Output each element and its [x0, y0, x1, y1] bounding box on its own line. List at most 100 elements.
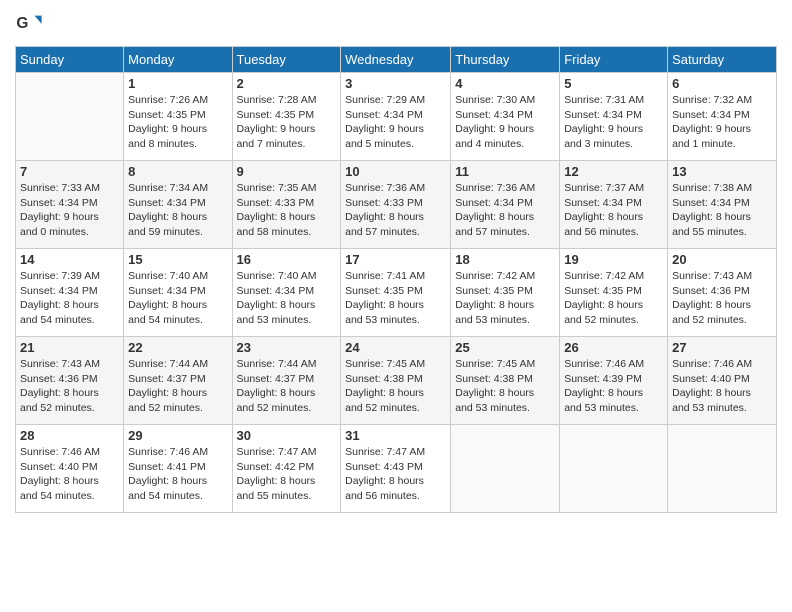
day-number: 1 [128, 76, 227, 91]
day-info: Sunrise: 7:46 AMSunset: 4:41 PMDaylight:… [128, 445, 227, 504]
day-info: Sunrise: 7:46 AMSunset: 4:39 PMDaylight:… [564, 357, 663, 416]
day-info: Sunrise: 7:29 AMSunset: 4:34 PMDaylight:… [345, 93, 446, 152]
day-cell: 13 Sunrise: 7:38 AMSunset: 4:34 PMDayligh… [668, 161, 777, 249]
day-number: 6 [672, 76, 772, 91]
day-cell: 24 Sunrise: 7:45 AMSunset: 4:38 PMDayligh… [341, 337, 451, 425]
day-info: Sunrise: 7:47 AMSunset: 4:43 PMDaylight:… [345, 445, 446, 504]
day-number: 2 [237, 76, 337, 91]
day-cell: 27 Sunrise: 7:46 AMSunset: 4:40 PMDayligh… [668, 337, 777, 425]
day-cell: 10 Sunrise: 7:36 AMSunset: 4:33 PMDayligh… [341, 161, 451, 249]
day-cell: 21 Sunrise: 7:43 AMSunset: 4:36 PMDayligh… [16, 337, 124, 425]
day-number: 27 [672, 340, 772, 355]
day-number: 24 [345, 340, 446, 355]
header-cell-monday: Monday [124, 47, 232, 73]
day-info: Sunrise: 7:45 AMSunset: 4:38 PMDaylight:… [455, 357, 555, 416]
calendar-body: 1Sunrise: 7:26 AMSunset: 4:35 PMDaylight… [16, 73, 777, 513]
day-cell: 1Sunrise: 7:26 AMSunset: 4:35 PMDaylight… [124, 73, 232, 161]
day-info: Sunrise: 7:35 AMSunset: 4:33 PMDaylight:… [237, 181, 337, 240]
day-cell: 29 Sunrise: 7:46 AMSunset: 4:41 PMDayligh… [124, 425, 232, 513]
day-cell: 2 Sunrise: 7:28 AMSunset: 4:35 PMDaylight… [232, 73, 341, 161]
day-cell: 12 Sunrise: 7:37 AMSunset: 4:34 PMDayligh… [560, 161, 668, 249]
day-cell: 14 Sunrise: 7:39 AMSunset: 4:34 PMDayligh… [16, 249, 124, 337]
day-cell: 5 Sunrise: 7:31 AMSunset: 4:34 PMDaylight… [560, 73, 668, 161]
day-number: 26 [564, 340, 663, 355]
header-cell-sunday: Sunday [16, 47, 124, 73]
day-number: 3 [345, 76, 446, 91]
day-number: 31 [345, 428, 446, 443]
day-info: Sunrise: 7:36 AMSunset: 4:33 PMDaylight:… [345, 181, 446, 240]
day-cell: 25Sunrise: 7:45 AMSunset: 4:38 PMDayligh… [451, 337, 560, 425]
day-info: Sunrise: 7:38 AMSunset: 4:34 PMDaylight:… [672, 181, 772, 240]
day-cell: 22Sunrise: 7:44 AMSunset: 4:37 PMDayligh… [124, 337, 232, 425]
week-row-5: 28 Sunrise: 7:46 AMSunset: 4:40 PMDayligh… [16, 425, 777, 513]
day-number: 15 [128, 252, 227, 267]
day-info: Sunrise: 7:28 AMSunset: 4:35 PMDaylight:… [237, 93, 337, 152]
header-row: SundayMondayTuesdayWednesdayThursdayFrid… [16, 47, 777, 73]
week-row-1: 1Sunrise: 7:26 AMSunset: 4:35 PMDaylight… [16, 73, 777, 161]
day-cell [668, 425, 777, 513]
day-number: 10 [345, 164, 446, 179]
day-number: 28 [20, 428, 119, 443]
day-info: Sunrise: 7:30 AMSunset: 4:34 PMDaylight:… [455, 93, 555, 152]
header-cell-friday: Friday [560, 47, 668, 73]
day-cell: 15 Sunrise: 7:40 AMSunset: 4:34 PMDayligh… [124, 249, 232, 337]
day-info: Sunrise: 7:36 AMSunset: 4:34 PMDaylight:… [455, 181, 555, 240]
day-info: Sunrise: 7:39 AMSunset: 4:34 PMDaylight:… [20, 269, 119, 328]
day-number: 29 [128, 428, 227, 443]
day-info: Sunrise: 7:34 AMSunset: 4:34 PMDaylight:… [128, 181, 227, 240]
header-cell-tuesday: Tuesday [232, 47, 341, 73]
day-number: 17 [345, 252, 446, 267]
day-cell: 17Sunrise: 7:41 AMSunset: 4:35 PMDayligh… [341, 249, 451, 337]
day-number: 4 [455, 76, 555, 91]
day-info: Sunrise: 7:44 AMSunset: 4:37 PMDaylight:… [237, 357, 337, 416]
day-number: 21 [20, 340, 119, 355]
day-number: 20 [672, 252, 772, 267]
day-cell: 8 Sunrise: 7:34 AMSunset: 4:34 PMDaylight… [124, 161, 232, 249]
day-cell: 7 Sunrise: 7:33 AMSunset: 4:34 PMDaylight… [16, 161, 124, 249]
day-info: Sunrise: 7:37 AMSunset: 4:34 PMDaylight:… [564, 181, 663, 240]
day-info: Sunrise: 7:43 AMSunset: 4:36 PMDaylight:… [672, 269, 772, 328]
day-number: 14 [20, 252, 119, 267]
day-info: Sunrise: 7:45 AMSunset: 4:38 PMDaylight:… [345, 357, 446, 416]
logo-icon: G [15, 10, 43, 38]
day-cell: 3 Sunrise: 7:29 AMSunset: 4:34 PMDaylight… [341, 73, 451, 161]
day-number: 5 [564, 76, 663, 91]
day-info: Sunrise: 7:42 AMSunset: 4:35 PMDaylight:… [564, 269, 663, 328]
day-cell: 9 Sunrise: 7:35 AMSunset: 4:33 PMDaylight… [232, 161, 341, 249]
header-cell-saturday: Saturday [668, 47, 777, 73]
day-info: Sunrise: 7:46 AMSunset: 4:40 PMDaylight:… [20, 445, 119, 504]
week-row-2: 7 Sunrise: 7:33 AMSunset: 4:34 PMDaylight… [16, 161, 777, 249]
day-info: Sunrise: 7:32 AMSunset: 4:34 PMDaylight:… [672, 93, 772, 152]
day-info: Sunrise: 7:33 AMSunset: 4:34 PMDaylight:… [20, 181, 119, 240]
day-cell: 4 Sunrise: 7:30 AMSunset: 4:34 PMDaylight… [451, 73, 560, 161]
calendar: SundayMondayTuesdayWednesdayThursdayFrid… [15, 46, 777, 513]
day-info: Sunrise: 7:44 AMSunset: 4:37 PMDaylight:… [128, 357, 227, 416]
logo: G [15, 10, 46, 38]
day-number: 23 [237, 340, 337, 355]
day-info: Sunrise: 7:43 AMSunset: 4:36 PMDaylight:… [20, 357, 119, 416]
header-cell-wednesday: Wednesday [341, 47, 451, 73]
day-info: Sunrise: 7:46 AMSunset: 4:40 PMDaylight:… [672, 357, 772, 416]
day-cell: 18 Sunrise: 7:42 AMSunset: 4:35 PMDayligh… [451, 249, 560, 337]
day-cell [451, 425, 560, 513]
day-cell: 31 Sunrise: 7:47 AMSunset: 4:43 PMDayligh… [341, 425, 451, 513]
day-info: Sunrise: 7:31 AMSunset: 4:34 PMDaylight:… [564, 93, 663, 152]
day-number: 13 [672, 164, 772, 179]
day-number: 7 [20, 164, 119, 179]
day-cell: 11 Sunrise: 7:36 AMSunset: 4:34 PMDayligh… [451, 161, 560, 249]
day-number: 16 [237, 252, 337, 267]
day-number: 9 [237, 164, 337, 179]
day-cell: 20 Sunrise: 7:43 AMSunset: 4:36 PMDayligh… [668, 249, 777, 337]
day-cell: 16Sunrise: 7:40 AMSunset: 4:34 PMDayligh… [232, 249, 341, 337]
day-number: 18 [455, 252, 555, 267]
day-cell: 28 Sunrise: 7:46 AMSunset: 4:40 PMDayligh… [16, 425, 124, 513]
calendar-header: SundayMondayTuesdayWednesdayThursdayFrid… [16, 47, 777, 73]
day-number: 8 [128, 164, 227, 179]
day-cell: 23 Sunrise: 7:44 AMSunset: 4:37 PMDayligh… [232, 337, 341, 425]
day-number: 11 [455, 164, 555, 179]
svg-text:G: G [16, 15, 28, 32]
day-info: Sunrise: 7:42 AMSunset: 4:35 PMDaylight:… [455, 269, 555, 328]
day-number: 12 [564, 164, 663, 179]
day-info: Sunrise: 7:40 AMSunset: 4:34 PMDaylight:… [128, 269, 227, 328]
day-cell: 19Sunrise: 7:42 AMSunset: 4:35 PMDayligh… [560, 249, 668, 337]
